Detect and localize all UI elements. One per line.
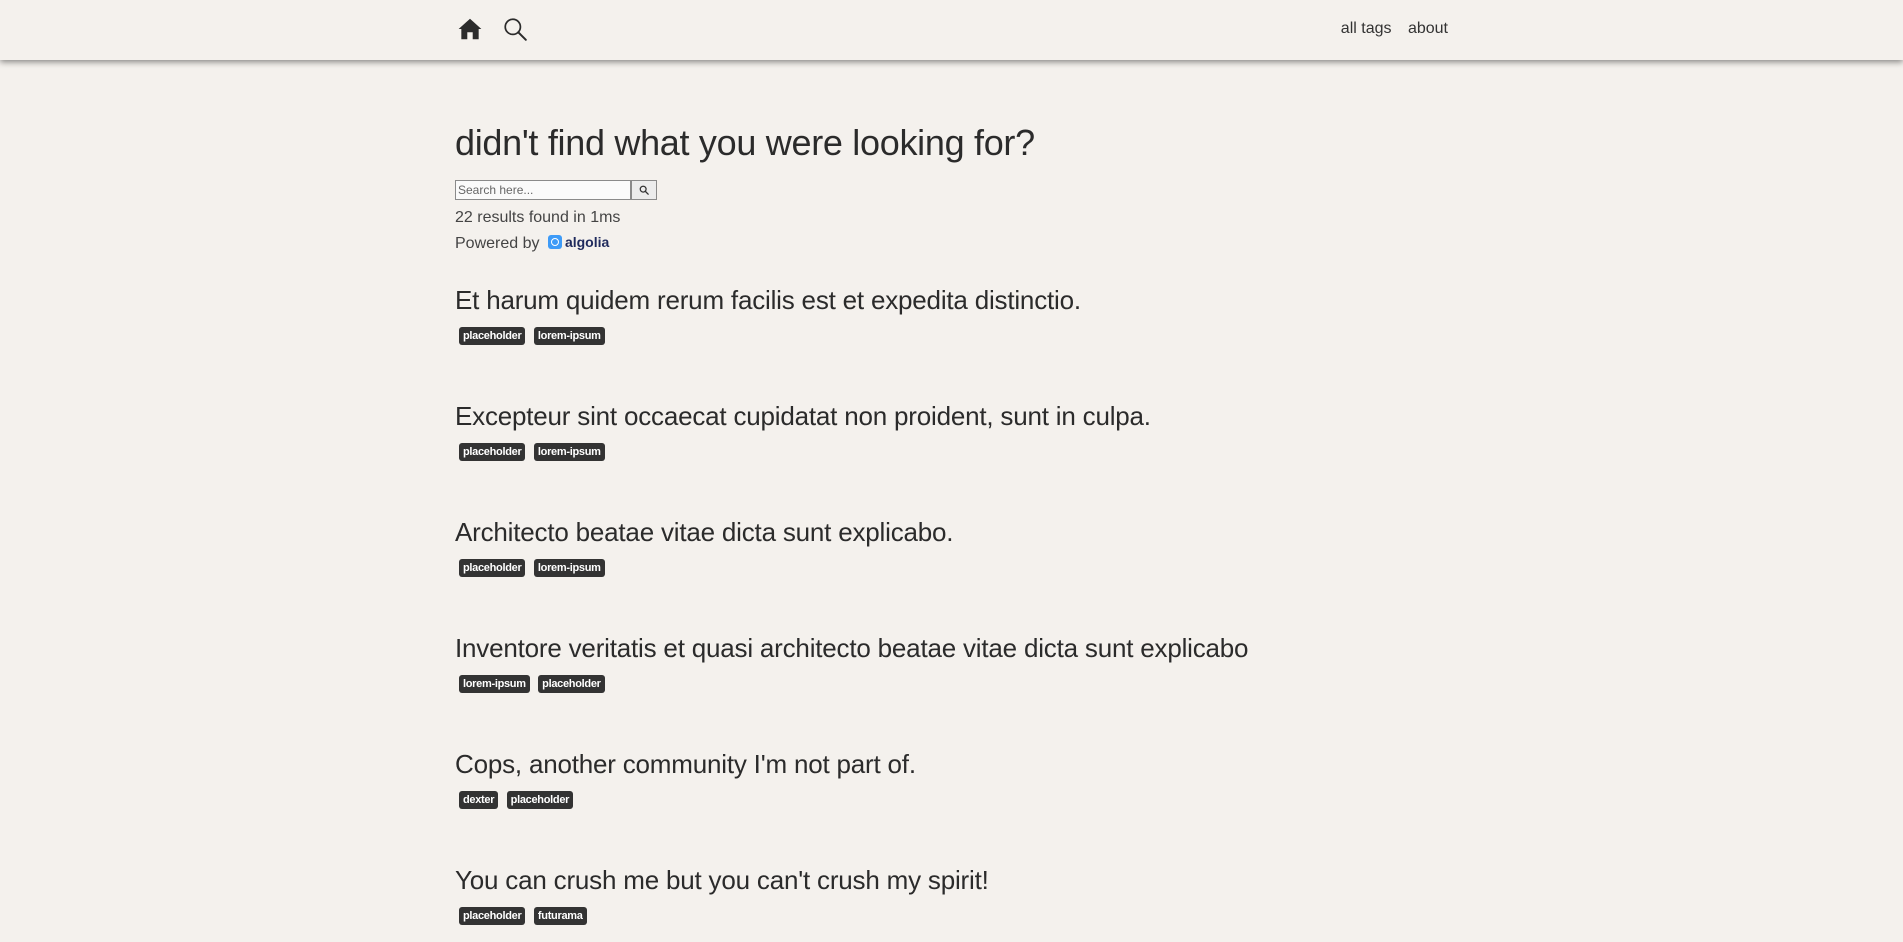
- tag-badge[interactable]: placeholder: [459, 443, 526, 461]
- result-item: Et harum quidem rerum facilis est et exp…: [455, 285, 1081, 348]
- result-tags: placeholder lorem-ipsum: [459, 442, 1151, 464]
- tag-badge[interactable]: lorem-ipsum: [533, 443, 605, 461]
- tag-badge[interactable]: placeholder: [459, 559, 526, 577]
- result-title[interactable]: Et harum quidem rerum facilis est et exp…: [455, 285, 1081, 316]
- result-tags: lorem-ipsum placeholder: [459, 674, 1248, 696]
- top-navbar: all tags about: [0, 0, 1903, 60]
- search-icon: [632, 185, 656, 195]
- tag-badge[interactable]: lorem-ipsum: [533, 559, 605, 577]
- result-tags: placeholder lorem-ipsum: [459, 558, 953, 580]
- tag-badge[interactable]: lorem-ipsum: [533, 327, 605, 345]
- algolia-logo[interactable]: algolia: [547, 233, 610, 251]
- result-item: You can crush me but you can't crush my …: [455, 865, 989, 928]
- powered-by-label: Powered by: [455, 235, 540, 253]
- result-title[interactable]: You can crush me but you can't crush my …: [455, 865, 989, 896]
- nav-links: all tags about: [1329, 20, 1448, 38]
- tag-badge[interactable]: placeholder: [538, 675, 605, 693]
- result-title[interactable]: Inventore veritatis et quasi architecto …: [455, 633, 1249, 664]
- algolia-icon: [547, 234, 562, 249]
- nav-link-all-tags[interactable]: all tags: [1341, 20, 1392, 37]
- search-input[interactable]: [455, 180, 631, 200]
- tag-badge[interactable]: placeholder: [459, 327, 526, 345]
- result-title[interactable]: Cops, another community I'm not part of.: [455, 749, 916, 780]
- search-icon[interactable]: [502, 16, 528, 47]
- nav-link-about[interactable]: about: [1408, 20, 1448, 37]
- result-item: Cops, another community I'm not part of.…: [455, 749, 916, 812]
- result-tags: dexter placeholder: [459, 790, 916, 812]
- result-title[interactable]: Architecto beatae vitae dicta sunt expli…: [455, 517, 954, 548]
- page-title: didn't find what you were looking for?: [455, 122, 1035, 163]
- search-stats: 22 results found in 1ms: [455, 209, 621, 226]
- tag-badge[interactable]: placeholder: [459, 907, 526, 925]
- result-tags: placeholder futurama: [459, 906, 989, 928]
- result-item: Excepteur sint occaecat cupidatat non pr…: [455, 401, 1151, 464]
- powered-by: Powered by algolia: [455, 233, 610, 253]
- algolia-wordmark: algolia: [564, 233, 610, 250]
- search-submit-button[interactable]: [631, 180, 657, 200]
- home-icon[interactable]: [457, 16, 483, 47]
- result-title[interactable]: Excepteur sint occaecat cupidatat non pr…: [455, 401, 1151, 432]
- result-item: Inventore veritatis et quasi architecto …: [455, 633, 1249, 696]
- tag-badge[interactable]: placeholder: [506, 791, 574, 809]
- result-item: Architecto beatae vitae dicta sunt expli…: [455, 517, 954, 580]
- tag-badge[interactable]: dexter: [459, 791, 499, 809]
- navbar-container: all tags about: [455, 0, 1448, 60]
- tag-badge[interactable]: futurama: [533, 907, 587, 925]
- tag-badge[interactable]: lorem-ipsum: [459, 675, 530, 693]
- result-tags: placeholder lorem-ipsum: [459, 326, 1081, 348]
